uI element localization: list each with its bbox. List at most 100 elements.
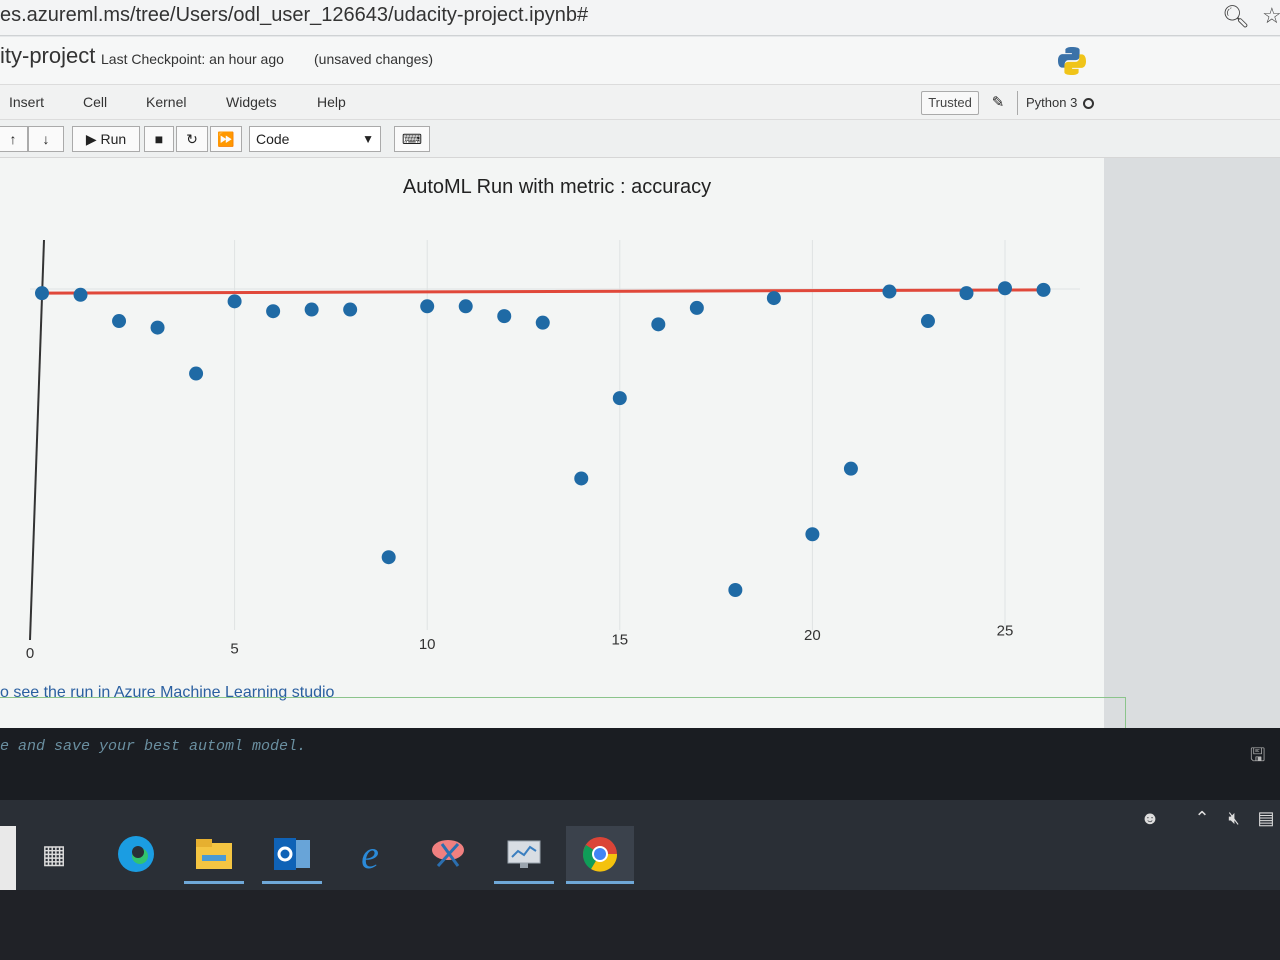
chrome-icon[interactable] — [566, 826, 634, 884]
menu-insert[interactable]: Insert — [9, 94, 44, 110]
data-point — [920, 314, 935, 329]
active-indicator — [262, 881, 322, 884]
cell-type-value: Code — [256, 131, 290, 147]
data-point — [381, 550, 396, 565]
bookmark-star-icon[interactable]: ☆ — [1262, 3, 1280, 29]
screen-bezel — [0, 890, 1280, 960]
run-button[interactable]: ▶ Run — [72, 126, 140, 152]
x-tick-label: 0 — [26, 645, 34, 662]
edit-pencil-icon[interactable]: ✎ — [988, 93, 1008, 113]
x-tick-label: 20 — [804, 627, 821, 644]
stop-icon: ■ — [154, 131, 164, 147]
trusted-badge[interactable]: Trusted — [921, 91, 979, 115]
start-area[interactable] — [0, 826, 16, 890]
kernel-name: Python 3 — [1026, 95, 1078, 110]
restart-button[interactable]: ↻ — [176, 126, 208, 152]
checkpoint-status: Last Checkpoint: an hour ago — [101, 51, 284, 67]
kernel-indicator[interactable]: Python 3 — [1017, 91, 1107, 115]
data-point — [728, 583, 743, 597]
internet-explorer-icon[interactable]: e — [340, 826, 400, 882]
run-label: Run — [100, 131, 127, 147]
python-logo-icon — [1058, 47, 1086, 75]
data-point — [35, 286, 49, 301]
x-tick-label: 25 — [997, 623, 1014, 640]
data-point — [805, 527, 820, 542]
data-point — [73, 287, 88, 302]
restart-run-all-button[interactable]: ⏩ — [210, 126, 242, 152]
people-icon[interactable]: ☻ — [1136, 808, 1164, 832]
url-text[interactable]: es.azureml.ms/tree/Users/odl_user_126643… — [0, 4, 588, 27]
accuracy-scatter-chart: 0 5 10 15 20 25 — [26, 239, 1080, 662]
active-indicator — [566, 881, 634, 884]
move-down-button[interactable]: ↓ — [28, 126, 64, 152]
page-margin — [1104, 158, 1280, 728]
data-point — [458, 299, 473, 314]
data-point — [420, 299, 435, 314]
data-point — [1036, 282, 1051, 297]
data-point — [998, 281, 1012, 296]
menu-cell[interactable]: Cell — [83, 94, 107, 110]
data-point — [959, 286, 974, 301]
active-indicator — [494, 881, 554, 884]
cell-type-select[interactable]: Code ▼ — [249, 126, 381, 152]
next-code-cell[interactable] — [0, 697, 1126, 731]
restart-icon: ↻ — [186, 131, 198, 147]
data-point — [150, 320, 165, 335]
chevron-up-icon[interactable]: ⌃ — [1188, 808, 1216, 832]
data-point — [535, 315, 550, 330]
notebook-toolbar: ↑ ↓ ▶ Run ■ ↻ ⏩ Code ▼ ⌨ — [0, 120, 1280, 158]
data-point — [112, 314, 127, 329]
data-point — [766, 291, 781, 306]
snip-logo — [432, 840, 464, 868]
notebook-name[interactable]: ity-project — [0, 43, 95, 69]
code-comment: e and save your best automl model. — [0, 738, 307, 755]
network-icon[interactable]: ▤ — [1252, 808, 1280, 832]
data-point — [189, 366, 204, 381]
remote-desktop-icon[interactable] — [494, 826, 554, 884]
menu-bar: Insert Cell Kernel Widgets Help Trusted … — [0, 84, 1280, 120]
data-point — [343, 302, 358, 317]
outlook-icon[interactable] — [262, 826, 322, 884]
data-point — [651, 317, 666, 332]
data-point — [843, 461, 858, 476]
interrupt-button[interactable]: ■ — [144, 126, 174, 152]
volume-muted-icon[interactable]: 🔇︎ — [1220, 808, 1248, 832]
menu-kernel[interactable]: Kernel — [146, 94, 186, 110]
chevron-down-icon: ▼ — [362, 132, 374, 146]
menu-help[interactable]: Help — [317, 94, 346, 110]
command-palette-button[interactable]: ⌨ — [394, 126, 430, 152]
data-point — [689, 300, 704, 315]
data-point — [882, 284, 897, 299]
file-explorer-icon[interactable] — [184, 826, 244, 884]
network-drive-icon[interactable]: 🖫 — [1250, 743, 1276, 767]
snipping-tool-icon[interactable] — [418, 826, 478, 882]
zoom-icon[interactable]: 🔍︎ — [1222, 4, 1250, 30]
browser-address-bar[interactable]: es.azureml.ms/tree/Users/odl_user_126643… — [0, 0, 1280, 36]
keyboard-icon: ⌨ — [401, 131, 423, 147]
data-point — [266, 304, 281, 319]
edge-logo — [118, 836, 154, 872]
folder-logo — [196, 839, 232, 869]
monitor-logo — [507, 840, 541, 868]
x-tick-label: 15 — [611, 632, 628, 649]
data-point — [227, 294, 242, 309]
kernel-status-icon — [1083, 98, 1095, 110]
x-tick-label: 5 — [230, 641, 238, 658]
chrome-logo — [582, 837, 618, 872]
arrow-down-icon: ↓ — [42, 131, 50, 147]
task-view-icon[interactable]: ▦ — [24, 826, 84, 882]
active-indicator — [184, 881, 244, 884]
edge-icon[interactable] — [106, 826, 166, 882]
unsaved-status: (unsaved changes) — [314, 51, 434, 67]
menu-widgets[interactable]: Widgets — [226, 94, 277, 110]
x-tick-label: 10 — [419, 636, 436, 653]
outlook-logo — [274, 838, 310, 870]
fast-forward-icon: ⏩ — [217, 131, 235, 147]
move-up-button[interactable]: ↑ — [0, 126, 28, 152]
data-point — [497, 309, 512, 324]
data-point — [304, 302, 319, 317]
play-icon: ▶ — [85, 131, 97, 147]
notebook-header: ity-project Last Checkpoint: an hour ago… — [0, 37, 1280, 84]
data-point — [612, 391, 627, 406]
data-point — [574, 471, 589, 486]
